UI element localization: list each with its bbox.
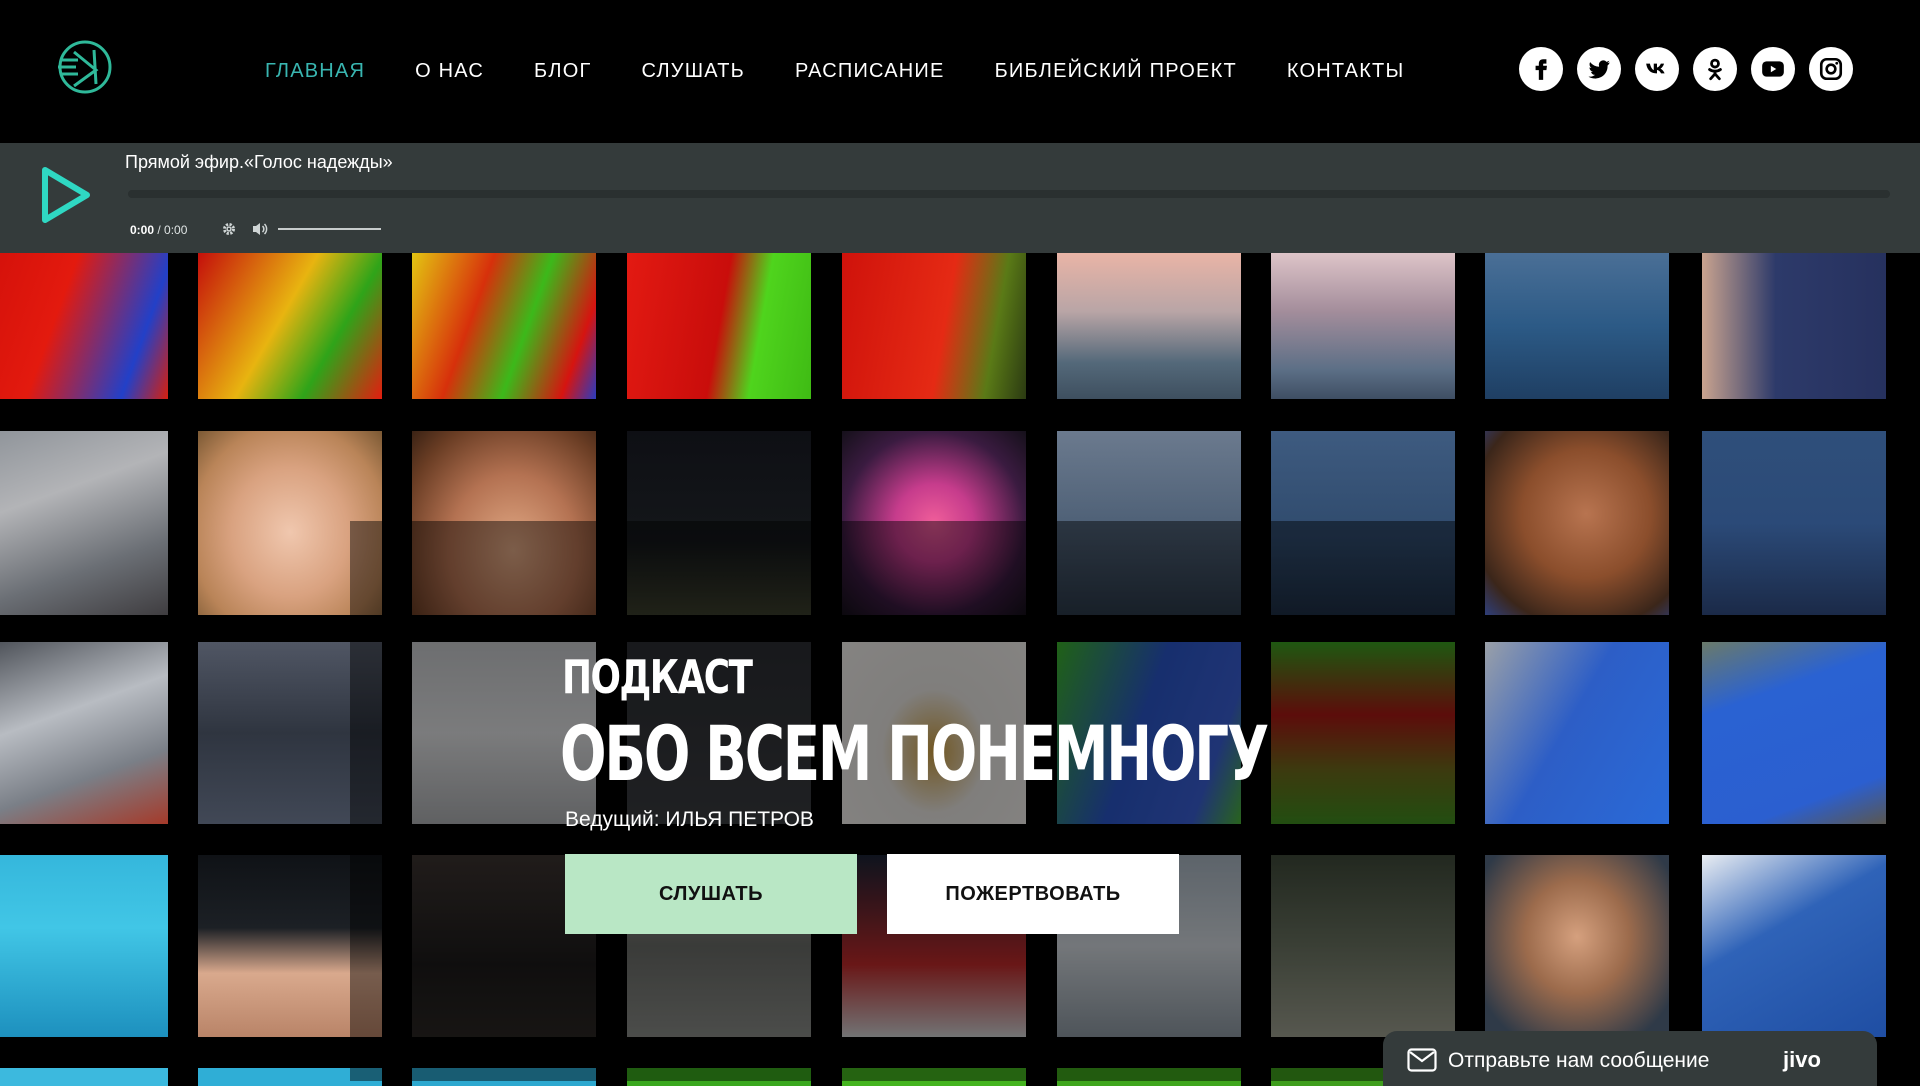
background-tile	[1702, 253, 1886, 399]
background-tile	[1485, 431, 1669, 615]
donate-button[interactable]: ПОЖЕРТВОВАТЬ	[887, 854, 1179, 934]
odnoklassniki-icon[interactable]	[1693, 47, 1737, 91]
background-tile	[412, 253, 596, 399]
background-tile	[1702, 642, 1886, 824]
background-tile	[1271, 253, 1455, 399]
twitter-icon[interactable]	[1577, 47, 1621, 91]
nav-item-listen[interactable]: СЛУШАТЬ	[641, 58, 744, 84]
chat-widget[interactable]: Отправьте нам сообщение jivo	[1383, 1031, 1877, 1086]
chat-brand-logo: jivo	[1783, 1047, 1821, 1072]
hero-background-mosaic	[0, 253, 1920, 1086]
hero-overlay	[350, 521, 1455, 1081]
hero-subtitle: ПОДКАСТ	[562, 650, 753, 704]
background-tile	[1485, 253, 1669, 399]
background-tile	[0, 642, 168, 824]
site-header: ГЛАВНАЯ О НАС БЛОГ СЛУШАТЬ РАСПИСАНИЕ БИ…	[0, 0, 1920, 143]
hero-host: Ведущий: ИЛЬЯ ПЕТРОВ	[565, 808, 814, 831]
hero-title: ОБО ВСЕМ ПОНЕМНОГУ	[560, 709, 1269, 798]
background-tile	[0, 253, 168, 399]
main-nav: ГЛАВНАЯ О НАС БЛОГ СЛУШАТЬ РАСПИСАНИЕ БИ…	[265, 58, 1454, 84]
progress-bar[interactable]	[128, 190, 1890, 198]
nav-item-bible-project[interactable]: БИБЛЕЙСКИЙ ПРОЕКТ	[995, 58, 1237, 84]
live-audio-player: Прямой эфир.«Голос надежды» 0:00 / 0:00	[0, 143, 1920, 253]
youtube-icon[interactable]	[1751, 47, 1795, 91]
background-tile	[842, 253, 1026, 399]
current-time: 0:00	[130, 223, 155, 237]
radio-logo-icon[interactable]	[54, 40, 116, 94]
background-tile	[198, 253, 382, 399]
background-tile	[1485, 642, 1669, 824]
duration: / 0:00	[157, 223, 188, 237]
chat-label: Отправьте нам сообщение	[1448, 1049, 1710, 1072]
instagram-icon[interactable]	[1809, 47, 1853, 91]
background-tile	[1485, 855, 1669, 1037]
nav-item-contacts[interactable]: КОНТАКТЫ	[1287, 58, 1405, 84]
player-title: Прямой эфир.«Голос надежды»	[125, 152, 393, 172]
listen-button[interactable]: СЛУШАТЬ	[565, 854, 857, 934]
background-tile	[0, 431, 168, 615]
volume-slider[interactable]	[278, 228, 381, 230]
background-tile	[627, 253, 811, 399]
social-links	[1519, 47, 1853, 91]
mail-icon	[1407, 1048, 1437, 1072]
background-tile	[1702, 855, 1886, 1037]
background-tile	[0, 855, 168, 1037]
facebook-icon[interactable]	[1519, 47, 1563, 91]
nav-item-blog[interactable]: БЛОГ	[534, 58, 591, 84]
gear-icon[interactable]	[221, 221, 237, 237]
play-button[interactable]	[40, 165, 92, 225]
nav-item-about[interactable]: О НАС	[415, 58, 484, 84]
background-tile	[1702, 431, 1886, 615]
nav-item-schedule[interactable]: РАСПИСАНИЕ	[795, 58, 945, 84]
time-display: 0:00 / 0:00	[130, 223, 187, 237]
volume-icon[interactable]	[251, 221, 269, 237]
vk-icon[interactable]	[1635, 47, 1679, 91]
background-tile	[1057, 253, 1241, 399]
nav-item-home[interactable]: ГЛАВНАЯ	[265, 58, 365, 84]
background-tile	[0, 1068, 168, 1086]
